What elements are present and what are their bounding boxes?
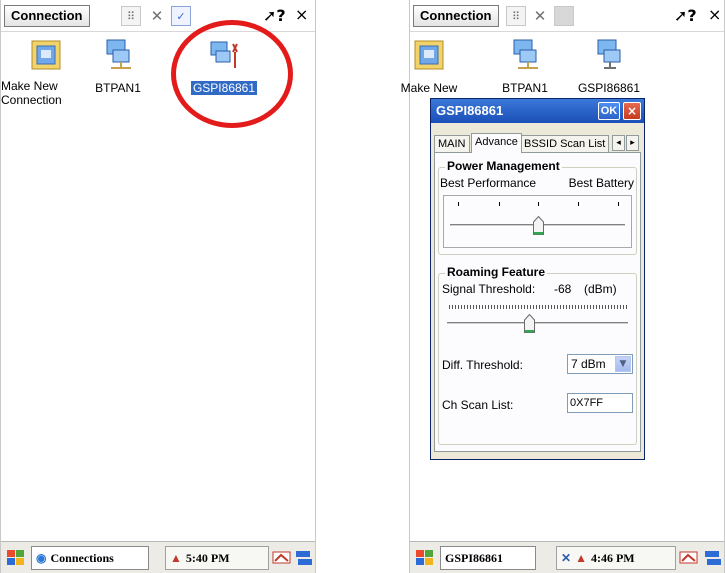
diff-threshold-label: Diff. Threshold: xyxy=(442,358,523,372)
tab-scroll-right-icon[interactable]: ▸ xyxy=(626,135,639,151)
btpan1-item[interactable]: BTPAN1 xyxy=(488,38,562,97)
btpan1-item[interactable]: BTPAN1 xyxy=(81,38,155,97)
ok-button[interactable]: OK xyxy=(598,102,620,120)
system-tray: ✕ ▲ 4:46 PM xyxy=(556,546,676,570)
slider-tick xyxy=(578,202,579,206)
network-connection-icon xyxy=(513,39,538,69)
tab-bssid-scan-list[interactable]: BSSID Scan List xyxy=(520,135,610,153)
details-icon[interactable] xyxy=(554,6,574,26)
signal-threshold-label: Signal Threshold: xyxy=(442,282,536,296)
power-management-title: Power Management xyxy=(445,159,562,173)
properties-icon[interactable]: ⠿ xyxy=(121,6,141,26)
dialog-close-button[interactable]: × xyxy=(623,102,641,120)
chevron-down-icon[interactable]: ▼ xyxy=(615,356,631,372)
delete-icon[interactable]: ✕ xyxy=(530,6,550,26)
tab-advance[interactable]: Advance xyxy=(471,133,522,153)
network-connection-icon xyxy=(597,39,621,69)
system-tray: ▲ 5:40 PM xyxy=(165,546,269,570)
task-button-connections[interactable]: ◉ Connections xyxy=(31,546,149,570)
best-battery-label: Best Battery xyxy=(568,176,634,190)
highlight-circle xyxy=(171,20,293,128)
signal-threshold-value: -68 xyxy=(554,282,572,296)
power-management-group: Power Management Best Performance Best B… xyxy=(438,159,637,255)
details-icon[interactable]: ✓ xyxy=(171,6,191,26)
slider-tick xyxy=(499,202,500,206)
input-panel-icon[interactable] xyxy=(702,548,724,568)
delete-icon[interactable]: ✕ xyxy=(147,6,167,26)
menu-bar: Connection ⠿ ✕ ➚? × xyxy=(410,0,724,32)
task-button-gspi[interactable]: GSPI86861 xyxy=(440,546,536,570)
signal-threshold-unit: (dBm) xyxy=(584,282,617,296)
advance-tab-panel: Power Management Best Performance Best B… xyxy=(434,152,641,452)
help-arrow-icon: ➚ xyxy=(263,6,277,25)
slider-tick xyxy=(538,202,539,206)
left-screen: Connection ⠿ ✕ ✓ ➚? × Make New Connectio… xyxy=(0,0,316,573)
connections-icon: ◉ xyxy=(36,551,47,565)
taskbar: ◉ Connections ▲ 5:40 PM xyxy=(1,541,315,573)
slider-tick xyxy=(618,202,619,206)
tab-scroll-left-icon[interactable]: ◂ xyxy=(612,135,625,151)
properties-dialog: GSPI86861 OK × MAIN Advance BSSID Scan L… xyxy=(430,98,645,460)
make-new-connection-item[interactable]: Make New xyxy=(392,38,466,97)
volume-icon[interactable]: ▲ xyxy=(170,551,182,566)
close-button[interactable]: × xyxy=(708,5,721,24)
power-slider-thumb[interactable] xyxy=(533,216,544,235)
gspi-label: GSPI86861 xyxy=(577,81,641,95)
network-status-icon[interactable]: ✕ xyxy=(561,551,571,566)
best-performance-label: Best Performance xyxy=(440,176,537,190)
close-button[interactable]: × xyxy=(295,5,308,24)
gspi-item[interactable]: GSPI86861 xyxy=(572,38,646,97)
tab-main[interactable]: MAIN xyxy=(434,135,470,153)
connection-menu-button[interactable]: Connection xyxy=(4,5,90,27)
btpan1-label: BTPAN1 xyxy=(502,81,548,95)
make-new-connection-label: Make New xyxy=(400,81,458,95)
signal-slider-ticks xyxy=(449,305,629,309)
new-connection-icon xyxy=(414,40,444,70)
right-screen: Connection ⠿ ✕ ➚? × Make New BTPAN1 GSPI… xyxy=(401,0,725,573)
clock[interactable]: 5:40 PM xyxy=(186,551,230,566)
btpan1-label: BTPAN1 xyxy=(95,81,141,95)
help-button[interactable]: ➚? xyxy=(674,6,697,25)
dialog-title-bar: GSPI86861 OK × xyxy=(431,99,644,123)
taskbar: GSPI86861 ✕ ▲ 4:46 PM xyxy=(410,541,724,573)
roaming-feature-group: Roaming Feature Signal Threshold: -68 (d… xyxy=(438,265,637,445)
keyboard-icon[interactable] xyxy=(678,548,700,568)
diff-threshold-select[interactable]: 7 dBm ▼ xyxy=(567,354,633,374)
network-connection-icon xyxy=(106,39,131,69)
help-button[interactable]: ➚? xyxy=(263,6,286,25)
properties-icon[interactable]: ⠿ xyxy=(506,6,526,26)
signal-slider-thumb[interactable] xyxy=(524,314,536,333)
make-new-connection-label: Make New Connection xyxy=(1,79,62,107)
clock[interactable]: 4:46 PM xyxy=(591,551,635,566)
ch-scan-list-input[interactable]: 0X7FF xyxy=(567,393,633,413)
make-new-connection-item[interactable]: Make New Connection xyxy=(1,38,83,109)
start-icon[interactable] xyxy=(5,548,27,568)
dialog-title: GSPI86861 xyxy=(436,103,504,118)
slider-tick xyxy=(458,202,459,206)
keyboard-icon[interactable] xyxy=(271,548,293,568)
help-arrow-icon: ➚ xyxy=(674,6,688,25)
signal-slider-track xyxy=(447,322,628,325)
power-slider[interactable] xyxy=(443,195,632,248)
roaming-feature-title: Roaming Feature xyxy=(445,265,548,279)
menu-bar: Connection ⠿ ✕ ✓ ➚? × xyxy=(1,0,315,32)
ch-scan-list-label: Ch Scan List: xyxy=(442,398,514,412)
start-icon[interactable] xyxy=(414,548,436,568)
tab-strip: MAIN Advance BSSID Scan List ◂ ▸ xyxy=(434,133,641,153)
input-panel-icon[interactable] xyxy=(293,548,315,568)
volume-icon[interactable]: ▲ xyxy=(575,551,587,566)
connection-menu-button[interactable]: Connection xyxy=(413,5,499,27)
new-connection-icon xyxy=(31,40,61,70)
